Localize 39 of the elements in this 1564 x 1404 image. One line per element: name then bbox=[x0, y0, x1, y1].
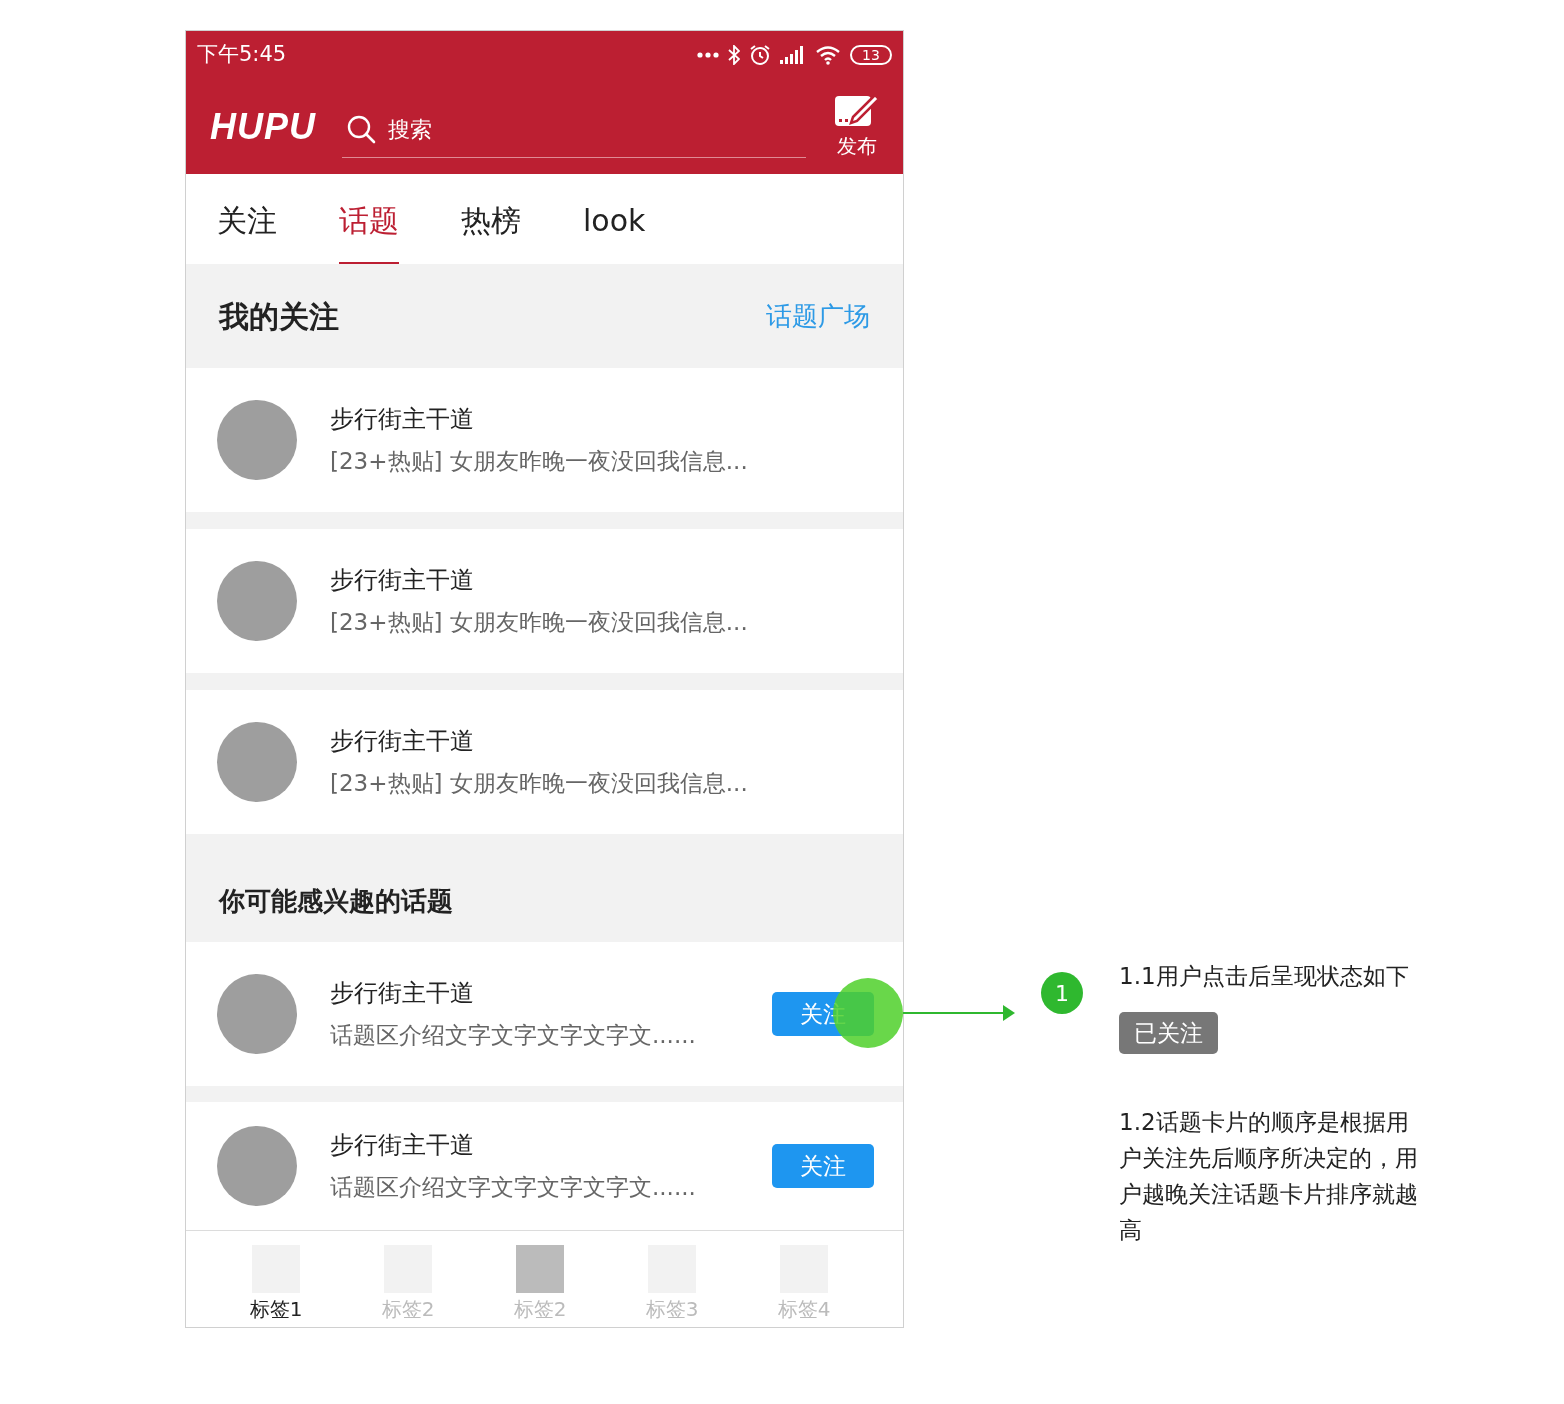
search-field[interactable]: 搜索 bbox=[342, 101, 806, 158]
app-logo: HUPU bbox=[210, 104, 316, 149]
section-title: 你可能感兴趣的话题 bbox=[219, 884, 453, 918]
topic-title: 步行街主干道 bbox=[330, 1130, 475, 1161]
category-tab[interactable]: look bbox=[583, 174, 646, 264]
signal-icon bbox=[780, 46, 806, 64]
step-marker: 1 bbox=[1041, 972, 1083, 1014]
category-tab[interactable]: 关注 bbox=[217, 174, 277, 264]
topic-title: 步行街主干道 bbox=[330, 565, 475, 596]
topic-summary: [23+热贴] 女朋友昨晚一夜没回我信息... bbox=[330, 769, 749, 798]
topic-card[interactable]: 步行街主干道 话题区介绍文字文字文字文字文...... 关注 bbox=[186, 1102, 903, 1230]
topic-summary: [23+热贴] 女朋友昨晚一夜没回我信息... bbox=[330, 608, 749, 637]
topic-title: 步行街主干道 bbox=[330, 404, 475, 435]
tab-icon-placeholder bbox=[516, 1245, 564, 1293]
tab-underline bbox=[339, 262, 399, 264]
status-time: 下午5:45 bbox=[197, 41, 287, 69]
topic-summary: 话题区介绍文字文字文字文字文...... bbox=[330, 1021, 697, 1050]
topic-card[interactable]: 步行街主干道 [23+热贴] 女朋友昨晚一夜没回我信息... bbox=[186, 368, 903, 512]
category-tab[interactable]: 热榜 bbox=[461, 174, 521, 264]
followed-state-badge: 已关注 bbox=[1119, 1012, 1218, 1054]
search-input[interactable]: 搜索 bbox=[388, 112, 588, 146]
category-tab[interactable]: 话题 bbox=[339, 174, 399, 264]
topic-card[interactable]: 步行街主干道 [23+热贴] 女朋友昨晚一夜没回我信息... bbox=[186, 529, 903, 673]
section-title: 我的关注 bbox=[219, 297, 339, 336]
wifi-icon bbox=[815, 45, 841, 65]
bluetooth-icon bbox=[728, 45, 740, 65]
search-icon bbox=[346, 114, 376, 144]
topic-card[interactable]: 步行街主干道 [23+热贴] 女朋友昨晚一夜没回我信息... bbox=[186, 690, 903, 834]
topic-summary: [23+热贴] 女朋友昨晚一夜没回我信息... bbox=[330, 447, 749, 476]
topic-title: 步行街主干道 bbox=[330, 726, 475, 757]
annotation-note: 1.2话题卡片的顺序是根据用户关注先后顺序所决定的，用户越晚关注话题卡片排序就越高 bbox=[1119, 1108, 1419, 1245]
topic-summary: 话题区介绍文字文字文字文字文...... bbox=[330, 1173, 697, 1202]
publish-button[interactable]: 发布 bbox=[835, 92, 879, 161]
topic-title: 步行街主干道 bbox=[330, 978, 475, 1009]
annotation-note: 1.1用户点击后呈现状态如下 bbox=[1119, 962, 1410, 991]
alarm-icon bbox=[749, 44, 771, 66]
battery-indicator: 13 bbox=[850, 45, 892, 65]
more-dots-icon bbox=[697, 52, 719, 58]
bottom-tab[interactable]: 标签1 bbox=[210, 1231, 342, 1327]
